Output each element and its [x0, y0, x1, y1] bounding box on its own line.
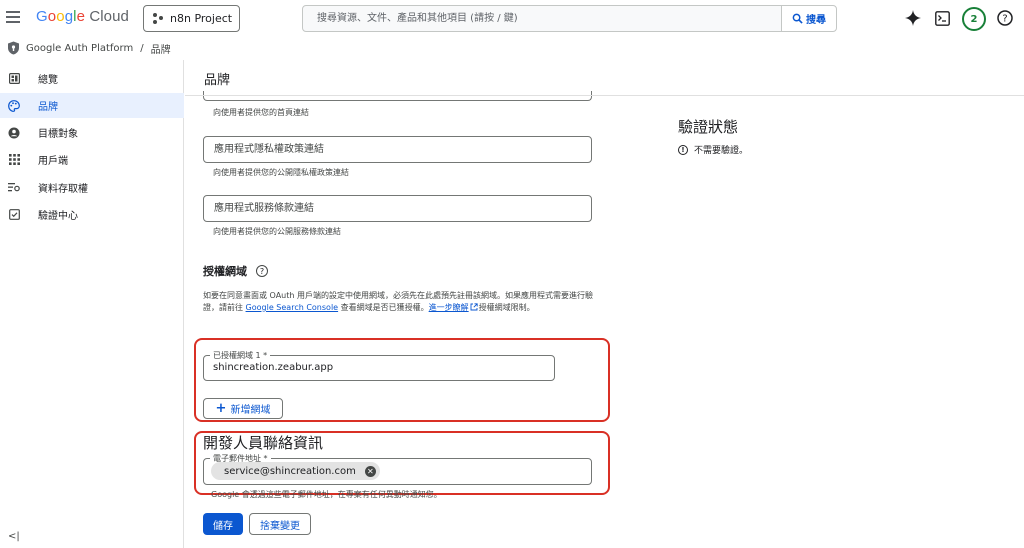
search-console-link[interactable]: Google Search Console	[246, 303, 339, 312]
cloud-shell-icon[interactable]	[933, 9, 951, 27]
developer-contact-notice: Google 會透過這些電子郵件地址，在專案有任何異動時通知您。	[211, 490, 442, 499]
help-icon[interactable]: ?	[996, 9, 1014, 27]
add-domain-button[interactable]: + 新增網域	[203, 398, 283, 419]
dashboard-icon	[8, 73, 20, 85]
verification-status-title: 驗證狀態	[678, 118, 739, 136]
audience-icon	[8, 127, 20, 139]
verification-status-text: 不需要驗證。	[694, 146, 749, 156]
desc-text: 授權網域限制。	[478, 303, 535, 312]
main-menu-icon[interactable]	[6, 11, 20, 23]
authorized-domains-heading: 授權網域 ?	[203, 263, 268, 279]
sidebar-item-label: 資料存取權	[38, 184, 88, 195]
desc-text: 查看網域是否已獲授權。	[338, 303, 429, 312]
verification-status: ! 不需要驗證。	[678, 143, 748, 156]
gemini-sparkle-icon[interactable]	[904, 9, 922, 27]
sidebar: 總覽 品牌 目標對象 用戶端 資料存取權 驗證中心	[0, 60, 184, 548]
plus-icon: +	[215, 401, 227, 416]
authorized-domain-1-label: 已授權網域 1 *	[210, 350, 271, 361]
search-input[interactable]: 搜尋資源、文件、產品和其他項目 (請按 / 鍵)	[302, 5, 782, 32]
sidebar-item-label: 目標對象	[38, 129, 78, 140]
page-title: 品牌	[204, 73, 231, 88]
sidebar-item-branding[interactable]: 品牌	[0, 93, 184, 118]
search-button[interactable]: 搜尋	[781, 5, 837, 32]
learn-more-link[interactable]: 進一步瞭解	[429, 303, 469, 312]
terms-of-service-field[interactable]: 應用程式服務條款連結	[203, 195, 592, 222]
open-in-new-icon	[470, 303, 478, 311]
top-bar: Google Cloud n8n Project 搜尋資源、文件、產品和其他項目…	[0, 0, 1024, 36]
sidebar-item-verification[interactable]: 驗證中心	[0, 202, 184, 227]
data-access-icon	[8, 182, 20, 194]
authorized-domain-1-value: shincreation.zeabur.app	[213, 362, 334, 373]
logo-cloud: Cloud	[89, 8, 130, 25]
homepage-helper: 向使用者提供您的首頁連結	[213, 108, 309, 117]
privacy-policy-helper: 向使用者提供您的公開隱私權政策連結	[213, 168, 349, 177]
project-picker-button[interactable]: n8n Project	[143, 5, 240, 32]
add-domain-label: 新增網域	[230, 405, 271, 416]
email-chip[interactable]: service@shincreation.com ✕	[211, 462, 380, 480]
sidebar-item-overview[interactable]: 總覽	[0, 66, 184, 91]
breadcrumb-separator: /	[140, 42, 144, 54]
authorized-domain-1-input[interactable]: 已授權網域 1 * shincreation.zeabur.app	[203, 350, 555, 381]
discard-changes-button[interactable]: 捨棄變更	[249, 513, 311, 535]
authorized-domains-title: 授權網域	[203, 265, 247, 278]
project-icon	[153, 13, 164, 24]
email-chip-label: service@shincreation.com	[224, 465, 356, 477]
terms-of-service-helper: 向使用者提供您的公開服務條款連結	[213, 227, 341, 236]
homepage-field[interactable]	[203, 91, 592, 101]
sidebar-item-data-access[interactable]: 資料存取權	[0, 175, 184, 200]
sidebar-item-label: 用戶端	[38, 156, 68, 167]
help-circle-icon[interactable]: ?	[256, 265, 268, 277]
title-divider	[185, 95, 1024, 96]
developer-contact-heading: 開發人員聯絡資訊	[203, 434, 324, 452]
project-name: n8n Project	[170, 12, 233, 25]
notifications-badge[interactable]: 2	[962, 7, 986, 31]
sidebar-item-label: 品牌	[38, 102, 58, 113]
sidebar-item-audience[interactable]: 目標對象	[0, 120, 184, 145]
search-button-label: 搜尋	[806, 15, 826, 26]
breadcrumb-current: 品牌	[150, 44, 171, 56]
breadcrumb-platform[interactable]: Google Auth Platform	[26, 43, 133, 54]
info-icon: !	[678, 144, 688, 155]
clients-icon	[8, 154, 20, 166]
svg-text:?: ?	[1002, 14, 1007, 25]
privacy-policy-field[interactable]: 應用程式隱私權政策連結	[203, 136, 592, 163]
authorized-domains-description: 如要在同意畫面或 OAuth 用戶端的設定中使用網域，必須先在此處預先註冊該網域…	[203, 290, 595, 314]
search-icon	[792, 13, 803, 24]
sidebar-item-clients[interactable]: 用戶端	[0, 147, 184, 172]
shield-icon	[8, 41, 19, 55]
sidebar-item-label: 驗證中心	[38, 211, 78, 222]
verification-icon	[8, 209, 20, 221]
remove-chip-icon[interactable]: ✕	[364, 465, 376, 477]
sidebar-item-label: 總覽	[38, 75, 58, 86]
palette-icon	[8, 99, 20, 112]
logo-google: Google	[36, 8, 86, 25]
breadcrumb: Google Auth Platform / 品牌	[0, 37, 1024, 59]
collapse-sidebar-icon[interactable]: <|	[8, 531, 20, 542]
save-button[interactable]: 儲存	[203, 513, 243, 535]
google-cloud-logo[interactable]: Google Cloud	[36, 8, 129, 25]
